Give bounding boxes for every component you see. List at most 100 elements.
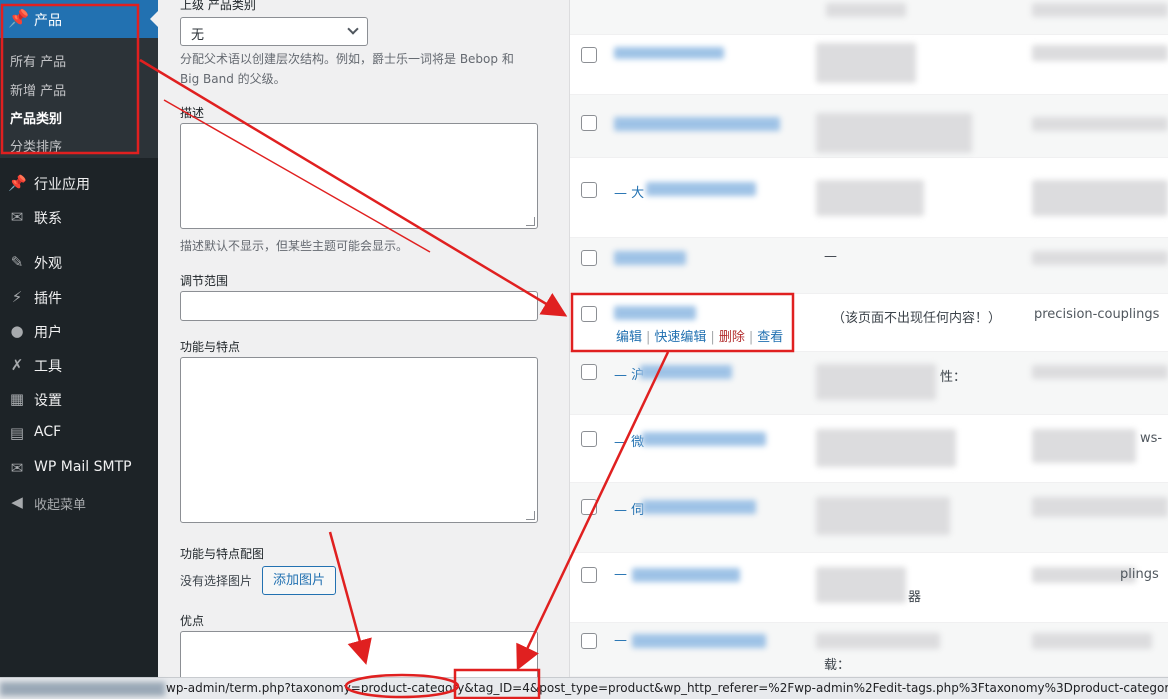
row-actions: 编辑 | 快速编辑 | 删除 | 查看 <box>614 326 785 345</box>
menu-industry-label: 行业应用 <box>34 177 90 193</box>
redacted-slug <box>1032 429 1136 463</box>
menu-acf[interactable]: ▤ ACF <box>0 417 158 449</box>
chevron-down-icon <box>347 23 359 35</box>
redacted-name[interactable] <box>642 432 766 446</box>
collapse-icon: ◀ <box>11 493 23 511</box>
redacted-desc <box>816 180 924 216</box>
mail-icon: ✉ <box>10 208 24 226</box>
submenu-category-sort[interactable]: 分类排序 <box>10 136 62 155</box>
range-input[interactable] <box>180 291 538 321</box>
edit-link[interactable]: 编辑 <box>616 330 642 345</box>
redacted-desc <box>816 497 950 535</box>
redacted-domain <box>0 682 165 696</box>
features-textarea[interactable] <box>180 357 538 523</box>
redacted-slug <box>1032 365 1168 379</box>
row-checkbox[interactable] <box>581 633 597 649</box>
add-image-button[interactable]: 添加图片 <box>262 566 336 595</box>
plugin-icon: ⚡ <box>11 288 23 306</box>
description-textarea[interactable] <box>180 123 538 229</box>
term-name-link[interactable]: — <box>614 633 627 648</box>
submenu-product-categories[interactable]: 产品类别 <box>10 108 62 127</box>
term-slug: ws- <box>1140 431 1163 446</box>
menu-tools[interactable]: ✗ 工具 <box>0 349 158 381</box>
redacted-desc <box>816 633 940 649</box>
acf-icon: ▤ <box>9 424 25 442</box>
table-row: — 沪 性： <box>570 352 1168 415</box>
menu-settings[interactable]: ▦ 设置 <box>0 383 158 415</box>
current-menu-arrow <box>150 11 158 27</box>
menu-wp-mail-smtp[interactable]: ✉ WP Mail SMTP <box>0 452 158 484</box>
redacted-name[interactable] <box>614 306 696 320</box>
row-action-separator: | <box>710 330 715 345</box>
row-checkbox[interactable] <box>581 47 597 63</box>
redacted-name[interactable] <box>614 117 780 131</box>
menu-users[interactable]: ● 用户 <box>0 315 158 347</box>
redacted-name[interactable] <box>614 47 724 59</box>
menu-acf-label: ACF <box>34 424 62 440</box>
term-name-link[interactable]: — 微 <box>614 431 644 450</box>
table-row <box>570 95 1168 158</box>
menu-products-label: 产品 <box>34 13 62 29</box>
table-row: — 器 plings <box>570 553 1168 623</box>
term-name-link[interactable]: — 大 <box>614 182 644 201</box>
row-checkbox[interactable] <box>581 182 597 198</box>
term-description: — <box>824 249 837 264</box>
row-checkbox[interactable] <box>581 250 597 266</box>
term-name-link[interactable]: — 伺 <box>614 499 644 518</box>
range-label: 调节范围 <box>180 274 229 288</box>
features-label: 功能与特点 <box>180 340 241 354</box>
redacted-desc <box>816 43 916 83</box>
submenu-add-product[interactable]: 新增 产品 <box>10 80 66 99</box>
status-url: wp-admin/term.php?taxonomy=product-categ… <box>166 681 1168 695</box>
brush-icon: ✎ <box>10 253 24 271</box>
redacted-desc <box>816 113 972 153</box>
quick-edit-link[interactable]: 快速编辑 <box>654 330 706 345</box>
terms-table: — 大 — （该页面不出现任何内容！） precision-couplings … <box>570 0 1168 699</box>
browser-status-bar: wp-admin/term.php?taxonomy=product-categ… <box>0 677 1168 699</box>
row-checkbox[interactable] <box>581 115 597 131</box>
table-row: — <box>570 238 1168 294</box>
menu-collapse[interactable]: ◀ 收起菜单 <box>0 486 158 518</box>
redacted-desc <box>816 429 956 467</box>
table-row-highlighted: （该页面不出现任何内容！） precision-couplings 编辑 | 快速编… <box>570 294 1168 352</box>
menu-appearance[interactable]: ✎ 外观 <box>0 246 158 278</box>
parent-category-select[interactable]: 无 <box>180 17 368 46</box>
submenu-all-products[interactable]: 所有 产品 <box>10 51 66 70</box>
redacted-name[interactable] <box>632 634 766 648</box>
redacted-slug <box>1032 117 1168 131</box>
redacted-name[interactable] <box>646 182 756 196</box>
menu-contact[interactable]: ✉ 联系 <box>0 201 158 233</box>
menu-appearance-label: 外观 <box>34 256 62 272</box>
edit-term-form: 上级 产品类别 无 分配父术语以创建层次结构。例如，爵士乐一词将是 Bebop … <box>158 0 569 699</box>
redacted-slug <box>1032 3 1168 17</box>
redacted-name[interactable] <box>640 365 732 379</box>
delete-link[interactable]: 删除 <box>719 330 745 345</box>
menu-industry[interactable]: 📌 行业应用 <box>0 167 158 199</box>
term-description: 载： <box>824 658 851 673</box>
parent-help-line-1: 分配父术语以创建层次结构。例如，爵士乐一词将是 Bebop 和 <box>180 52 514 66</box>
row-checkbox[interactable] <box>581 306 597 322</box>
menu-tools-label: 工具 <box>34 359 62 375</box>
table-row <box>570 35 1168 95</box>
parent-category-label: 上级 产品类别 <box>180 0 256 12</box>
redacted-desc <box>816 364 936 400</box>
table-row: — 载： <box>570 623 1168 677</box>
menu-products[interactable]: 📌 产品 <box>0 0 158 38</box>
menu-plugins[interactable]: ⚡ 插件 <box>0 281 158 313</box>
redacted-desc <box>816 567 906 603</box>
row-checkbox[interactable] <box>581 431 597 447</box>
redacted-name[interactable] <box>642 500 756 514</box>
redacted-name[interactable] <box>614 251 686 265</box>
redacted-slug <box>1032 497 1168 517</box>
row-checkbox[interactable] <box>581 364 597 380</box>
menu-settings-label: 设置 <box>34 393 62 409</box>
redacted-name[interactable] <box>632 568 740 582</box>
row-checkbox[interactable] <box>581 499 597 515</box>
term-description: （该页面不出现任何内容！） <box>832 311 1002 326</box>
term-slug: precision-couplings <box>1034 307 1160 322</box>
view-link[interactable]: 查看 <box>757 330 783 345</box>
term-name-link[interactable]: — <box>614 567 627 582</box>
redacted-slug <box>1032 180 1168 216</box>
row-checkbox[interactable] <box>581 567 597 583</box>
term-description: 器 <box>908 590 922 605</box>
